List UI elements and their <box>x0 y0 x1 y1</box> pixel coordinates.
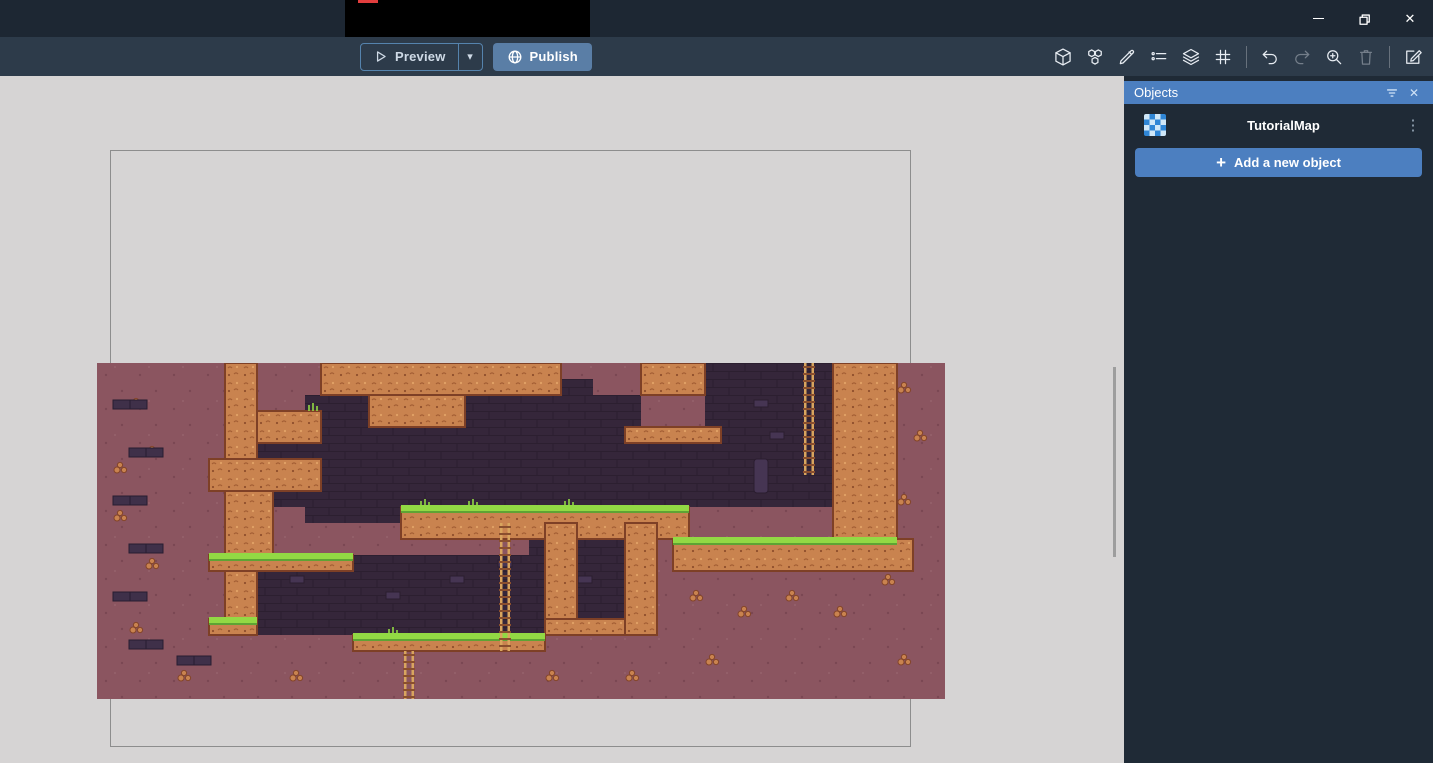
preview-dropdown-button[interactable]: ▾ <box>458 44 482 70</box>
zoom-in-button[interactable] <box>1320 43 1348 71</box>
toolbar: Preview ▾ Publish <box>0 37 1433 76</box>
object-name: TutorialMap <box>1166 118 1401 133</box>
layers-icon <box>1181 47 1201 67</box>
instances-list-icon <box>1149 47 1169 67</box>
publish-button[interactable]: Publish <box>493 43 592 71</box>
add-object-label: Add a new object <box>1234 155 1341 170</box>
toolbar-center-group: Preview ▾ Publish <box>360 37 592 76</box>
zoom-in-icon <box>1324 47 1344 67</box>
window-controls: ✕ <box>1295 0 1433 37</box>
close-panel-button[interactable]: ✕ <box>1403 82 1425 104</box>
filter-icon <box>1385 86 1399 100</box>
canvas-scrollbar[interactable] <box>1113 367 1116 557</box>
restore-icon <box>1357 12 1371 26</box>
minimize-icon <box>1313 18 1324 20</box>
undo-button[interactable] <box>1256 43 1284 71</box>
object-groups-button[interactable] <box>1081 43 1109 71</box>
filter-objects-button[interactable] <box>1381 82 1403 104</box>
objects-panel-title: Objects <box>1134 85 1381 100</box>
objects-panel: Objects ✕ TutorialMap ⋮ + Add a new obje… <box>1124 76 1433 763</box>
toolbar-separator <box>1389 46 1390 68</box>
titlebar: ✕ <box>0 0 1433 37</box>
restore-button[interactable] <box>1341 0 1387 37</box>
minimize-button[interactable] <box>1295 0 1341 37</box>
objects-panel-header: Objects ✕ <box>1124 81 1433 104</box>
close-window-button[interactable]: ✕ <box>1387 0 1433 37</box>
draw-pen-icon <box>1117 47 1137 67</box>
publish-label: Publish <box>530 49 578 64</box>
preview-button-main[interactable]: Preview <box>361 44 458 70</box>
object-menu-button[interactable]: ⋮ <box>1401 116 1425 134</box>
edit-scene-button[interactable] <box>1399 43 1427 71</box>
preview-button[interactable]: Preview ▾ <box>360 43 483 71</box>
play-icon <box>373 49 388 64</box>
undo-icon <box>1260 47 1280 67</box>
redo-button[interactable] <box>1288 43 1316 71</box>
layers-button[interactable] <box>1177 43 1205 71</box>
draw-button[interactable] <box>1113 43 1141 71</box>
globe-icon <box>507 49 523 65</box>
add-object-button[interactable]: + Add a new object <box>1135 148 1422 177</box>
toolbar-separator <box>1246 46 1247 68</box>
close-icon: ✕ <box>1409 86 1419 100</box>
grid-icon <box>1213 47 1233 67</box>
trash-icon <box>1356 47 1376 67</box>
grid-button[interactable] <box>1209 43 1237 71</box>
tab-loading-indicator <box>358 0 378 3</box>
preview-label: Preview <box>395 49 446 64</box>
instances-list-button[interactable] <box>1145 43 1173 71</box>
active-scene-tab[interactable] <box>345 0 590 37</box>
edit-scene-icon <box>1403 47 1423 67</box>
3d-box-button[interactable] <box>1049 43 1077 71</box>
toolbar-right-icons <box>1049 37 1427 76</box>
tilemap-thumbnail-icon <box>1144 114 1166 136</box>
3d-box-icon <box>1053 47 1073 67</box>
close-icon: ✕ <box>1405 11 1416 27</box>
object-list-item[interactable]: TutorialMap ⋮ <box>1124 109 1433 141</box>
redo-icon <box>1292 47 1312 67</box>
tilemap-object[interactable] <box>97 363 945 699</box>
plus-icon: + <box>1216 154 1226 171</box>
kebab-icon: ⋮ <box>1406 117 1421 134</box>
object-groups-icon <box>1085 47 1105 67</box>
chevron-down-icon: ▾ <box>467 50 473 63</box>
delete-button[interactable] <box>1352 43 1380 71</box>
